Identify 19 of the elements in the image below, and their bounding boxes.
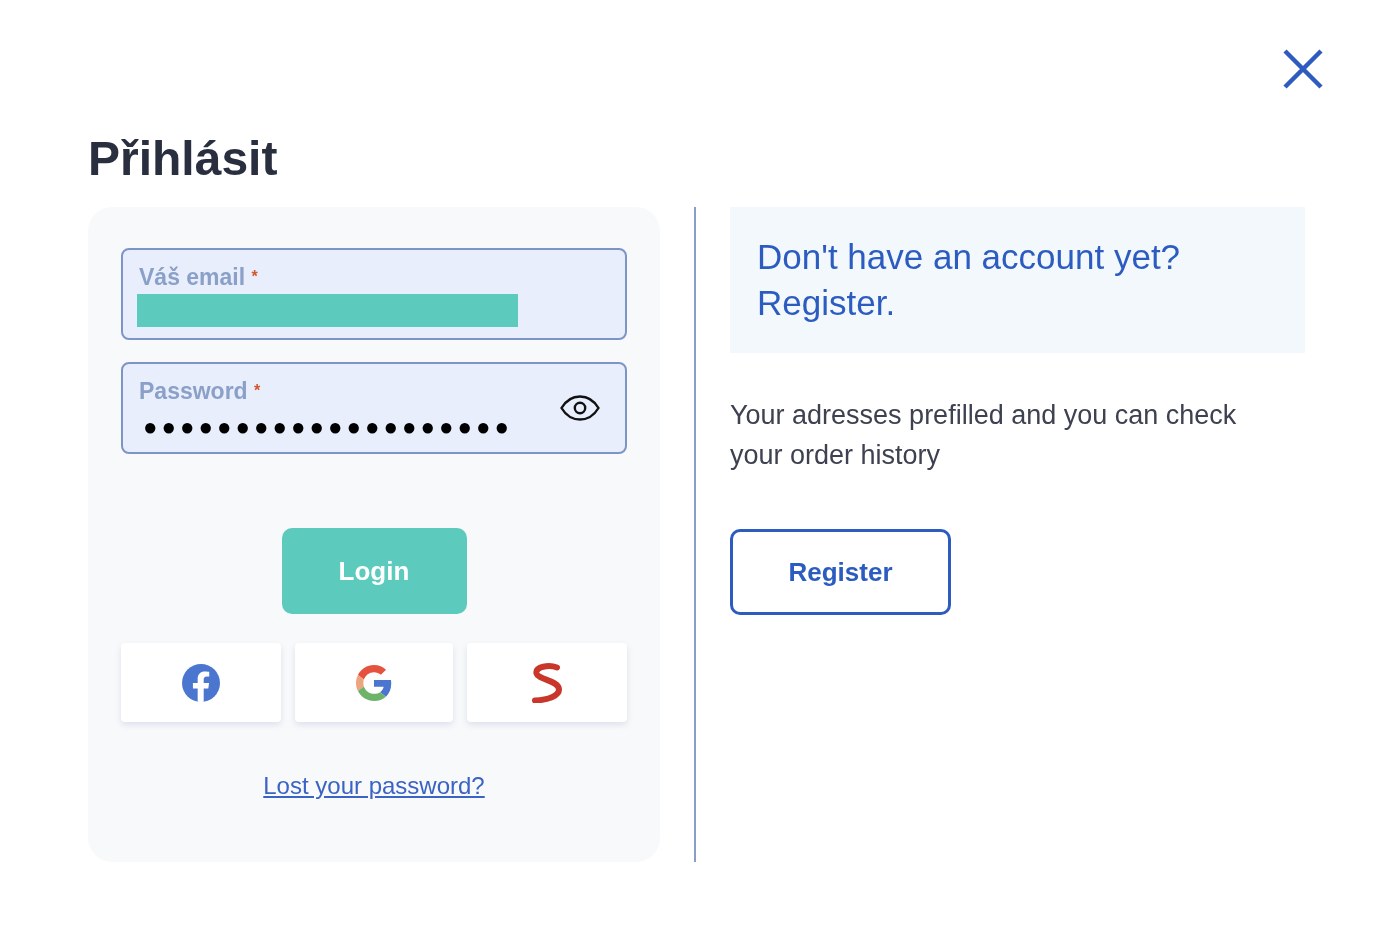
field-label: Váš email * — [139, 263, 259, 291]
eye-icon — [560, 395, 600, 421]
close-icon — [1283, 49, 1323, 89]
social-login-button[interactable] — [467, 643, 627, 722]
google-icon — [356, 664, 392, 701]
register-heading: Don't have an account yet? Register. — [757, 236, 1182, 324]
forgot-password-link[interactable]: Lost your password? — [263, 771, 485, 801]
close-button[interactable] — [1281, 47, 1325, 91]
email-field[interactable]: Váš email * — [121, 248, 627, 340]
dialog-title: Přihlásit — [88, 131, 279, 187]
register-description: Your adresses prefilled and you can check your order history — [730, 399, 1238, 472]
social-login-button[interactable] — [295, 643, 453, 722]
password-field[interactable]: Password * ●●●●●●●●●●●●●●●●●●●● — [121, 362, 627, 454]
show-password-button[interactable] — [560, 395, 600, 421]
field-label: Password * — [139, 377, 262, 405]
social-login-button[interactable] — [121, 643, 281, 722]
password-value: ●●●●●●●●●●●●●●●●●●●● — [143, 414, 513, 440]
register-button[interactable]: Register — [730, 529, 951, 615]
facebook-icon — [182, 663, 220, 702]
